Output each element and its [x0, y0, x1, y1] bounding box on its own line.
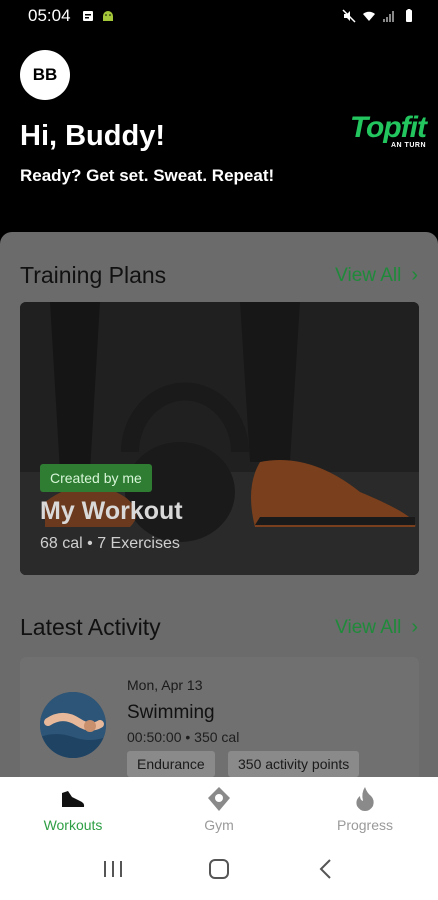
message-icon: [82, 11, 93, 21]
activity-chip-points: 350 activity points: [228, 751, 360, 777]
shoe-icon: [62, 791, 85, 807]
flame-icon: [356, 787, 374, 811]
training-plans-view-all-button[interactable]: View All ›: [335, 264, 418, 287]
avatar[interactable]: BB: [20, 50, 70, 100]
signal-icon: [383, 11, 394, 22]
training-plans-header: Training Plans View All ›: [20, 262, 418, 289]
status-bar: 05:04: [0, 0, 438, 32]
nav-label-workouts: Workouts: [43, 817, 103, 833]
mute-icon: [342, 9, 356, 23]
activity-meta: 00:50:00 • 350 cal: [127, 729, 240, 745]
chevron-right-icon: ›: [411, 264, 418, 286]
status-time: 05:04: [28, 6, 71, 25]
latest-activity-header: Latest Activity View All ›: [20, 614, 418, 641]
tagline: Ready? Get set. Sweat. Repeat!: [20, 166, 275, 185]
training-plan-card[interactable]: Created by me My Workout 68 cal • 7 Exer…: [20, 302, 419, 575]
chevron-right-icon: ›: [411, 616, 418, 638]
activity-card[interactable]: Mon, Apr 13 Swimming 00:50:00 • 350 cal …: [20, 657, 419, 777]
swimming-thumbnail: [40, 692, 106, 758]
view-all-label: View All: [335, 616, 402, 638]
nav-item-progress[interactable]: Progress: [292, 777, 438, 837]
back-button[interactable]: [305, 849, 345, 889]
greeting-title: Hi, Buddy!: [20, 120, 165, 152]
nav-label-gym: Gym: [204, 817, 234, 833]
created-by-me-badge: Created by me: [40, 464, 152, 492]
activity-name: Swimming: [127, 702, 215, 723]
latest-activity-view-all-button[interactable]: View All ›: [335, 616, 418, 639]
nav-item-gym[interactable]: Gym: [146, 777, 292, 837]
nav-label-progress: Progress: [336, 817, 394, 833]
bottom-nav: Workouts Gym Progress: [0, 777, 438, 837]
back-icon: [319, 858, 331, 879]
nav-item-workouts[interactable]: Workouts: [0, 777, 146, 837]
brand-name: Topfit: [349, 111, 427, 144]
recent-apps-button[interactable]: [93, 849, 133, 889]
system-navigation-bar: [0, 837, 438, 900]
plan-card-title: My Workout: [40, 497, 183, 525]
home-button[interactable]: [199, 849, 239, 889]
brand-logo: Topfit AN TURN: [326, 111, 427, 150]
activity-chip-endurance: Endurance: [127, 751, 215, 777]
home-icon: [209, 858, 229, 879]
recent-apps-icon: [104, 860, 122, 877]
plan-card-meta: 68 cal • 7 Exercises: [40, 535, 180, 552]
content-sheet: Training Plans View All › Created by me …: [0, 232, 438, 777]
view-all-label: View All: [335, 264, 402, 286]
android-icon: [102, 11, 113, 21]
activity-date: Mon, Apr 13: [127, 677, 203, 693]
location-pin-icon: [208, 787, 230, 811]
training-plans-title: Training Plans: [20, 262, 167, 288]
battery-icon: [406, 9, 412, 22]
latest-activity-title: Latest Activity: [20, 614, 161, 640]
wifi-icon: [363, 11, 375, 21]
